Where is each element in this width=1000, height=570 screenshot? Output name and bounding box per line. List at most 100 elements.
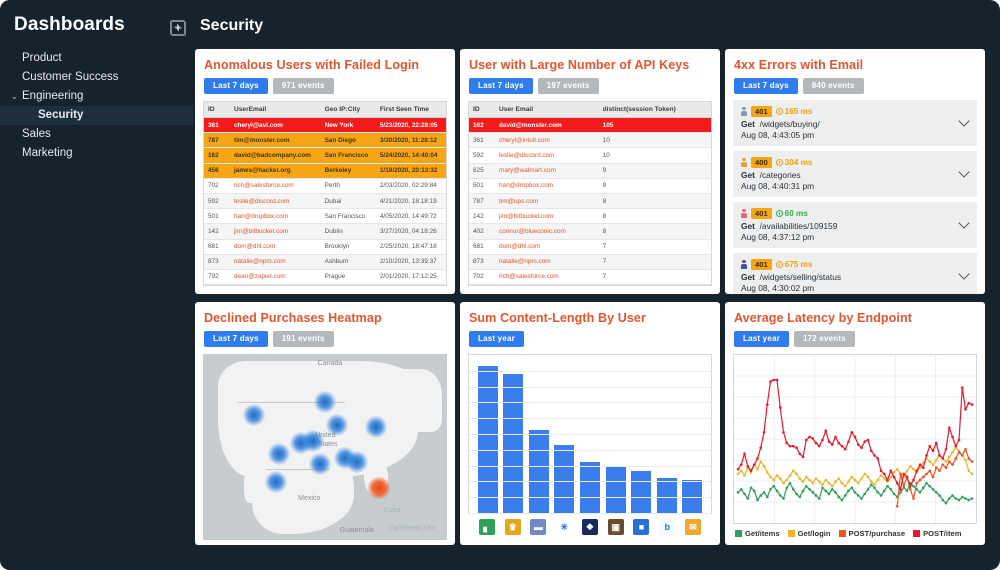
data-point[interactable]	[778, 406, 782, 409]
data-point[interactable]	[905, 469, 909, 473]
data-point[interactable]	[879, 469, 883, 473]
data-point[interactable]	[879, 494, 883, 497]
data-point[interactable]	[869, 480, 873, 483]
data-point[interactable]	[827, 440, 831, 443]
data-point[interactable]	[951, 435, 954, 439]
data-point[interactable]	[941, 463, 945, 466]
heatmap-point[interactable]	[365, 415, 388, 438]
column-header[interactable]: First Seen Time	[375, 102, 446, 118]
data-point[interactable]	[853, 478, 857, 482]
data-point[interactable]	[856, 481, 860, 485]
data-point[interactable]	[889, 487, 893, 491]
data-point[interactable]	[964, 497, 967, 500]
data-point[interactable]	[769, 380, 772, 383]
data-point[interactable]	[889, 469, 893, 473]
add-panel-icon[interactable]: +	[171, 21, 186, 36]
error-list-item[interactable]: 400 304 ms Get /categories Aug 08, 4:40:31 …	[733, 151, 977, 197]
table-row[interactable]: 501 han@dropbox.com San Francisco 4/05/2020…	[204, 208, 446, 225]
data-point[interactable]	[782, 497, 785, 500]
data-point[interactable]	[791, 444, 795, 448]
data-point[interactable]	[824, 478, 828, 482]
data-point[interactable]	[808, 435, 811, 439]
data-point[interactable]	[778, 477, 782, 480]
data-point[interactable]	[824, 489, 828, 493]
data-point[interactable]	[928, 460, 932, 463]
heatmap-point[interactable]	[309, 452, 332, 475]
data-point[interactable]	[834, 435, 837, 439]
data-point[interactable]	[873, 486, 876, 490]
heatmap-point-critical[interactable]	[367, 476, 390, 499]
data-point[interactable]	[814, 441, 818, 445]
data-point[interactable]	[882, 472, 886, 476]
bar[interactable]	[631, 470, 652, 513]
data-point[interactable]	[850, 475, 854, 479]
data-point[interactable]	[938, 494, 941, 497]
mail-icon[interactable]: ✉	[685, 519, 701, 535]
data-point[interactable]	[970, 460, 974, 463]
data-point[interactable]	[785, 441, 789, 445]
time-range-chip[interactable]: Last 7 days	[469, 78, 533, 94]
data-point[interactable]	[769, 475, 772, 479]
column-header[interactable]: User Email	[495, 102, 599, 118]
data-point[interactable]	[876, 478, 880, 482]
event-count-chip[interactable]: 840 events	[802, 78, 864, 94]
data-point[interactable]	[921, 475, 925, 479]
dropbox-icon[interactable]: ❖	[581, 519, 598, 535]
data-point[interactable]	[801, 480, 805, 483]
time-range-chip[interactable]: Last year	[734, 331, 789, 347]
heatmap-point[interactable]	[314, 391, 336, 414]
data-point[interactable]	[866, 438, 870, 442]
data-point[interactable]	[798, 495, 802, 499]
table-row[interactable]: 592 leslie@discord.com 10	[469, 147, 711, 164]
column-header[interactable]: distinct(session Token)	[598, 102, 711, 118]
heatmap-point[interactable]	[267, 443, 290, 466]
data-point[interactable]	[863, 472, 867, 476]
data-point[interactable]	[746, 464, 750, 468]
time-range-chip[interactable]: Last 7 days	[734, 78, 798, 94]
chevron-down-icon[interactable]	[958, 166, 970, 178]
data-point[interactable]	[817, 444, 821, 448]
api-keys-table-wrap[interactable]: ID User Email distinct(session Token) 162 d…	[468, 101, 712, 287]
data-point[interactable]	[795, 446, 798, 449]
bar-chart-canvas[interactable]	[468, 354, 712, 514]
data-point[interactable]	[892, 475, 896, 479]
time-range-chip[interactable]: Last 7 days	[204, 331, 268, 347]
heatmap-point[interactable]	[265, 471, 288, 494]
data-point[interactable]	[873, 454, 876, 457]
data-point[interactable]	[856, 494, 860, 497]
data-point[interactable]	[964, 458, 967, 462]
data-point[interactable]	[879, 474, 883, 477]
event-count-chip[interactable]: 971 events	[272, 78, 334, 94]
data-point[interactable]	[843, 484, 847, 488]
data-point[interactable]	[788, 481, 792, 485]
bar[interactable]	[528, 429, 549, 513]
time-range-chip[interactable]: Last 7 days	[204, 78, 268, 94]
data-point[interactable]	[947, 460, 951, 463]
data-point[interactable]	[934, 491, 938, 494]
data-point[interactable]	[951, 451, 954, 454]
data-point[interactable]	[804, 475, 808, 479]
bar[interactable]	[503, 373, 524, 513]
data-point[interactable]	[934, 441, 938, 445]
data-point[interactable]	[912, 478, 915, 482]
data-point[interactable]	[824, 429, 828, 433]
data-point[interactable]	[895, 504, 899, 508]
data-point[interactable]	[967, 469, 971, 473]
data-point[interactable]	[749, 469, 753, 473]
table-row[interactable]: 162 david@badcompany.com San Francisco 5/24…	[204, 147, 446, 164]
data-point[interactable]	[912, 497, 915, 500]
data-point[interactable]	[762, 491, 766, 494]
numbers-icon[interactable]: ▖	[478, 519, 495, 535]
data-point[interactable]	[918, 491, 922, 494]
data-point[interactable]	[899, 491, 902, 494]
data-point[interactable]	[840, 481, 844, 485]
chevron-down-icon[interactable]: ⌄	[11, 87, 18, 106]
data-point[interactable]	[821, 438, 824, 442]
sidebar-item-marketing[interactable]: Marketing	[0, 144, 193, 163]
data-point[interactable]	[863, 440, 867, 443]
bar[interactable]	[477, 366, 498, 513]
data-point[interactable]	[947, 426, 951, 429]
data-point[interactable]	[860, 477, 863, 480]
table-row[interactable]: 702 rich@salesforce.com 7	[469, 269, 711, 286]
data-point[interactable]	[918, 463, 922, 466]
